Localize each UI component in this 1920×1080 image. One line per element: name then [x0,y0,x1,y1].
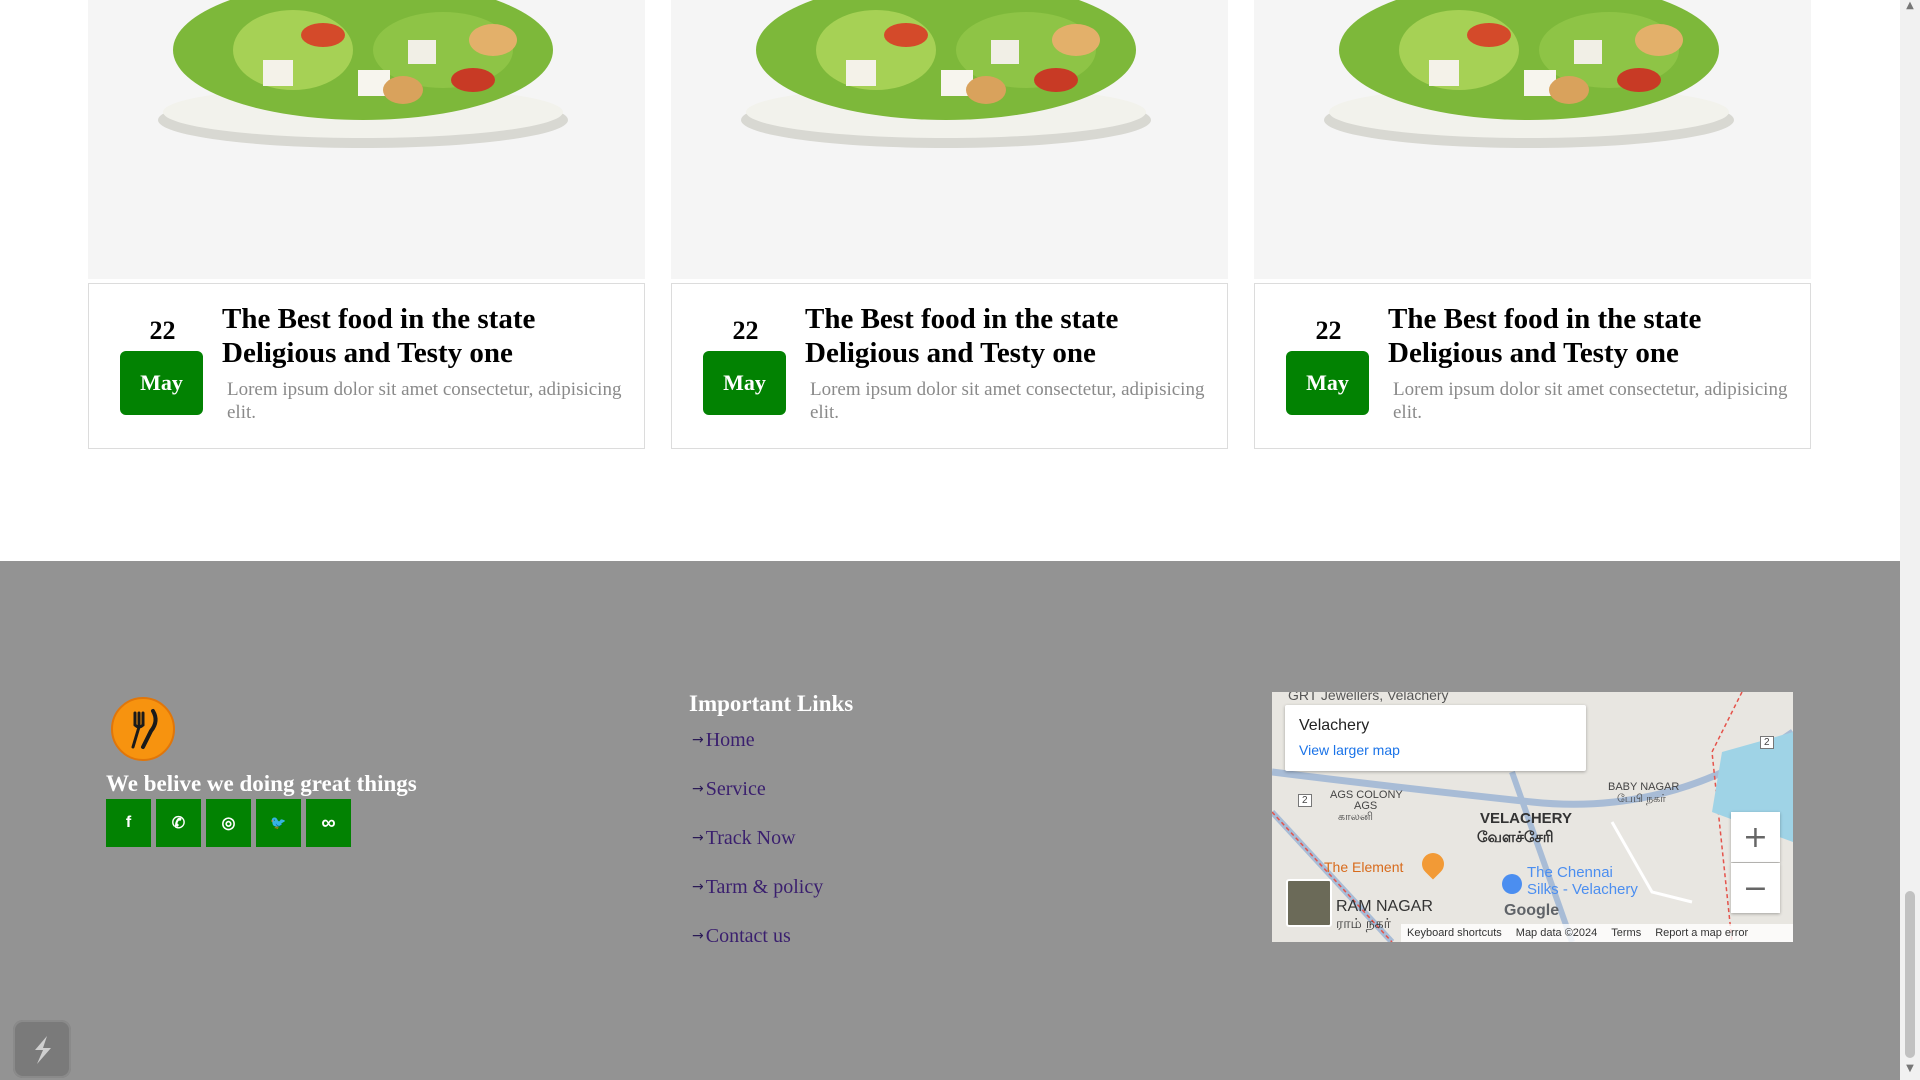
satellite-view-toggle[interactable] [1286,879,1332,927]
arrow-right-icon: → [692,879,704,895]
date-month-badge: May [703,351,786,415]
map-area-label: ராம் நகர் [1336,915,1391,931]
footer-link-track-now[interactable]: → Track Now [692,827,823,876]
map-area-label: RAM NAGAR [1336,898,1433,915]
map-area-label: வேளச்சேரி [1477,829,1554,846]
card-description: Lorem ipsum dolor sit amet consectetur, … [1393,379,1788,423]
instagram-button[interactable]: ◎ [206,799,251,847]
google-logo: Google [1504,902,1560,919]
report-map-error-link[interactable]: Report a map error [1655,927,1748,939]
scroll-down-arrow-icon[interactable]: ▼ [1900,1063,1920,1080]
zoom-in-button[interactable]: + [1731,812,1780,862]
salad-plate-image [741,0,1151,148]
meta-button[interactable]: ∞ [306,799,351,847]
map-place-name: Velachery [1299,717,1370,734]
instagram-icon: ◎ [221,815,236,832]
shopping-pin-icon[interactable] [1502,874,1522,894]
important-links-heading: Important Links [689,691,854,716]
footer-link-contact-us[interactable]: → Contact us [692,925,823,974]
date-day: 22 [149,316,176,345]
footer-link-home[interactable]: → Home [692,729,823,778]
link-label: Contact us [705,925,791,947]
link-label: Tarm & policy [705,876,824,898]
social-links: f ✆ ◎ 🐦 ∞ [106,799,351,847]
date-day: 22 [1315,316,1342,345]
card-title-line1: The Best food in the state [1388,303,1702,335]
card-title-line1: The Best food in the state [805,303,1119,335]
card-description: Lorem ipsum dolor sit amet consectetur, … [810,379,1205,423]
card-description: Lorem ipsum dolor sit amet consectetur, … [227,379,622,423]
arrow-right-icon: → [692,830,704,846]
map-info-card: Velachery View larger map [1285,705,1586,771]
restaurant-logo[interactable] [111,697,175,761]
arrow-right-icon: → [692,928,704,944]
link-label: Track Now [705,827,796,849]
floating-app-badge[interactable] [13,1020,71,1078]
card-title[interactable]: The Best food in the state Deligious and… [222,302,632,370]
page-viewport: 22 May The Best food in the state Deligi… [0,0,1900,1080]
keyboard-shortcuts-link[interactable]: Keyboard shortcuts [1407,927,1502,939]
whatsapp-icon: ✆ [171,815,186,832]
arrow-right-icon: → [692,781,704,797]
link-label: Home [705,729,755,751]
map-area-label: VELACHERY [1480,810,1572,827]
date-month-badge: May [1286,351,1369,415]
card-info: 22 May The Best food in the state Deligi… [671,283,1228,449]
important-links-list: → Home → Service → Track Now → Tarm & policy… [692,729,823,974]
facebook-button[interactable]: f [106,799,151,847]
scrollbar-thumb[interactable] [1905,891,1915,1058]
map-data-text: Map data ©2024 [1515,927,1598,939]
terms-link[interactable]: Terms [1611,927,1641,939]
facebook-icon: f [125,814,132,831]
card-image [88,0,645,279]
map-poi-label: The Chennai [1527,864,1613,881]
footer-link-service[interactable]: → Service [692,778,823,827]
vertical-scrollbar[interactable]: ▲ ▼ [1900,0,1920,1080]
map-poi-label: The Element [1324,859,1404,875]
route-shield: 2 [1298,794,1312,807]
salad-plate-image [1324,0,1734,148]
date-day: 22 [732,316,759,345]
site-footer: We belive we doing great things f ✆ ◎ 🐦 … [0,561,1900,1080]
whatsapp-button[interactable]: ✆ [156,799,201,847]
card-info: 22 May The Best food in the state Deligi… [88,283,645,449]
map-area-label: BABY NAGAR [1608,781,1680,793]
map-area-label: காலனி [1338,811,1374,823]
meta-icon: ∞ [321,811,336,834]
route-shield: 2 [1760,736,1774,749]
salad-plate-image [158,0,568,148]
embedded-map[interactable]: GRT Jewellers, Velachery Velachery View … [1272,692,1793,942]
link-label: Service [705,778,766,800]
arrow-right-icon: → [692,732,704,748]
fork-knife-icon [131,709,158,749]
card-title-line2: Deligious and Testy one [1388,337,1679,369]
card-title-line2: Deligious and Testy one [222,337,513,369]
twitter-icon: 🐦 [270,815,287,830]
card-title[interactable]: The Best food in the state Deligious and… [1388,302,1798,370]
card-image [1254,0,1811,279]
map-poi-label: Silks - Velachery [1527,881,1638,898]
map-attribution-bar: Keyboard shortcuts Map data ©2024 Terms … [1401,924,1793,942]
view-larger-map-link[interactable]: View larger map [1299,742,1400,758]
lightning-s-icon [35,1036,51,1064]
footer-tagline: We belive we doing great things [106,771,417,796]
scroll-up-arrow-icon[interactable]: ▲ [1900,0,1920,17]
card-title-line2: Deligious and Testy one [805,337,1096,369]
card-image [671,0,1228,279]
twitter-button[interactable]: 🐦 [256,799,301,847]
map-poi-label: GRT Jewellers, Velachery [1288,692,1449,703]
zoom-out-button[interactable]: − [1731,863,1780,913]
card-title[interactable]: The Best food in the state Deligious and… [805,302,1215,370]
date-month-badge: May [120,351,203,415]
map-area-label: பேபி நகர் [1617,793,1666,805]
card-info: 22 May The Best food in the state Deligi… [1254,283,1811,449]
footer-link-terms-policy[interactable]: → Tarm & policy [692,876,823,925]
card-title-line1: The Best food in the state [222,303,536,335]
